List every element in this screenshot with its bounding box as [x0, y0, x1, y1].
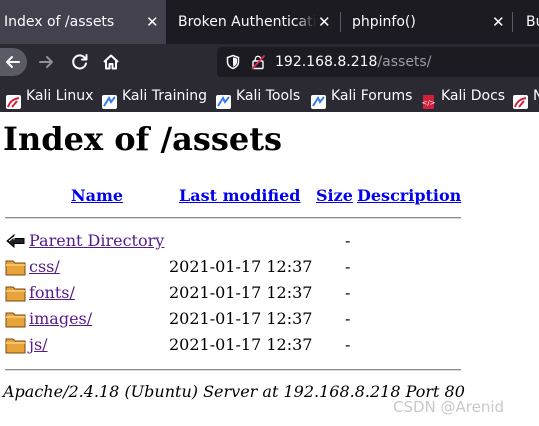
table-row: fonts/2021-01-17 12:37 -: [0, 280, 539, 306]
back-arrow-icon: [6, 56, 20, 68]
close-icon[interactable]: ✕: [318, 0, 331, 44]
forward-button[interactable]: [32, 48, 60, 76]
back-arrow-icon: [5, 232, 26, 250]
url-bar[interactable]: 192.168.8.218/assets/: [217, 47, 539, 77]
file-link[interactable]: fonts/: [29, 283, 75, 302]
tab-phpinfo[interactable]: phpinfo() ✕: [340, 0, 512, 44]
bookmark-label: Kali Linux: [26, 88, 94, 104]
directory-listing-page: Index of /assets Name Last modified Size…: [0, 112, 539, 426]
divider: [5, 217, 461, 219]
insecure-lock-icon[interactable]: [250, 54, 266, 70]
tab-partial[interactable]: Bu: [512, 0, 539, 44]
kali-tools-icon: [216, 89, 231, 109]
url-path: /assets/: [377, 54, 432, 70]
column-header-last-modified[interactable]: Last modified: [179, 186, 300, 205]
kali-dragon-icon: [513, 89, 528, 109]
home-icon: [103, 54, 119, 70]
file-size: -: [345, 283, 351, 302]
file-size: -: [345, 231, 351, 250]
forward-arrow-icon: [39, 56, 53, 68]
close-icon[interactable]: ✕: [146, 0, 159, 44]
file-link[interactable]: Parent Directory: [29, 231, 164, 250]
navigation-toolbar: 192.168.8.218/assets/: [0, 44, 539, 80]
kali-training-icon: [102, 89, 117, 109]
table-row: css/2021-01-17 12:37 -: [0, 254, 539, 280]
table-row: Parent Directory -: [0, 228, 539, 254]
file-link[interactable]: css/: [29, 257, 60, 276]
bookmark-label: N: [533, 88, 539, 104]
url-text[interactable]: 192.168.8.218/assets/: [275, 47, 431, 77]
bookmark-label: Kali Training: [122, 88, 207, 104]
svg-text:</>: </>: [421, 99, 435, 107]
file-size: -: [345, 309, 351, 328]
reload-button[interactable]: [66, 48, 94, 76]
modified-date: 2021-01-17 12:37: [169, 335, 313, 354]
url-host: 192.168.8.218: [275, 54, 378, 70]
column-header-description[interactable]: Description: [357, 186, 461, 205]
close-icon[interactable]: ✕: [492, 0, 505, 44]
file-size: -: [345, 335, 351, 354]
file-size: -: [345, 257, 351, 276]
bookmark-label: Kali Docs: [441, 88, 506, 104]
tab-title: Broken Authentication: [178, 14, 316, 30]
watermark-text: CSDN @Arenid: [393, 398, 505, 416]
folder-icon: [5, 258, 26, 276]
page-title: Index of /assets: [3, 120, 283, 158]
bookmark-label: Kali Forums: [331, 88, 413, 104]
table-row: js/2021-01-17 12:37 -: [0, 332, 539, 358]
folder-icon: [5, 336, 26, 354]
kali-docs-icon: </>: [421, 89, 436, 109]
back-button[interactable]: [0, 48, 27, 76]
tab-title: Bu: [526, 14, 539, 30]
divider: [5, 369, 461, 371]
tab-title: Index of /assets: [4, 14, 115, 30]
kali-dragon-icon: [6, 89, 21, 109]
modified-date: 2021-01-17 12:37: [169, 283, 313, 302]
kali-forums-icon: [311, 89, 326, 109]
tab-title: phpinfo(): [352, 14, 416, 30]
tab-index-of-assets[interactable]: Index of /assets ✕: [0, 0, 166, 44]
column-header-size[interactable]: Size: [316, 186, 353, 205]
shield-icon[interactable]: [225, 54, 241, 70]
modified-date: 2021-01-17 12:37: [169, 309, 313, 328]
bookmark-label: Kali Tools: [236, 88, 301, 104]
browser-chrome: Index of /assets ✕ Broken Authentication…: [0, 0, 539, 112]
modified-date: 2021-01-17 12:37: [169, 257, 313, 276]
file-link[interactable]: images/: [29, 309, 92, 328]
folder-icon: [5, 310, 26, 328]
home-button[interactable]: [97, 48, 125, 76]
bookmarks-toolbar: Kali Linux Kali Training Kali Tools Kali Fo…: [0, 80, 539, 112]
tab-strip: Index of /assets ✕ Broken Authentication…: [0, 0, 539, 44]
column-header-name[interactable]: Name: [71, 186, 123, 205]
reload-icon: [72, 54, 88, 70]
table-row: images/2021-01-17 12:37 -: [0, 306, 539, 332]
folder-icon: [5, 284, 26, 302]
file-link[interactable]: js/: [29, 335, 48, 354]
tab-broken-authentication[interactable]: Broken Authentication ✕: [166, 0, 340, 44]
